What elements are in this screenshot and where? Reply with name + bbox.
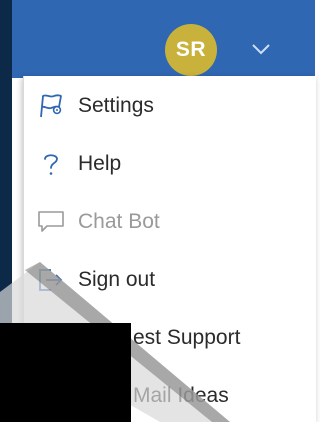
settings-flag-icon bbox=[34, 91, 68, 121]
menu-item-chat-bot: Chat Bot bbox=[24, 196, 316, 248]
sign-out-icon bbox=[34, 265, 68, 295]
top-bar-left-strip bbox=[0, 0, 12, 78]
menu-item-label: Sign out bbox=[78, 268, 156, 291]
menu-item-label: Mail Ideas bbox=[133, 384, 229, 407]
menu-item-label: est Support bbox=[133, 326, 241, 349]
avatar-initials: SR bbox=[175, 38, 207, 61]
occluding-block bbox=[0, 323, 131, 422]
chevron-down-icon[interactable] bbox=[248, 40, 274, 58]
menu-item-settings[interactable]: Settings bbox=[24, 80, 316, 132]
menu-item-label: Chat Bot bbox=[78, 210, 160, 233]
menu-item-label: Settings bbox=[78, 94, 154, 117]
menu-item-label: Help bbox=[78, 152, 122, 175]
avatar[interactable]: SR bbox=[165, 24, 217, 76]
top-bar: SR bbox=[0, 0, 315, 78]
question-icon bbox=[34, 149, 68, 179]
menu-item-sign-out[interactable]: Sign out bbox=[24, 254, 316, 306]
menu-item-help[interactable]: Help bbox=[24, 138, 316, 190]
chat-bubble-icon bbox=[34, 207, 68, 237]
